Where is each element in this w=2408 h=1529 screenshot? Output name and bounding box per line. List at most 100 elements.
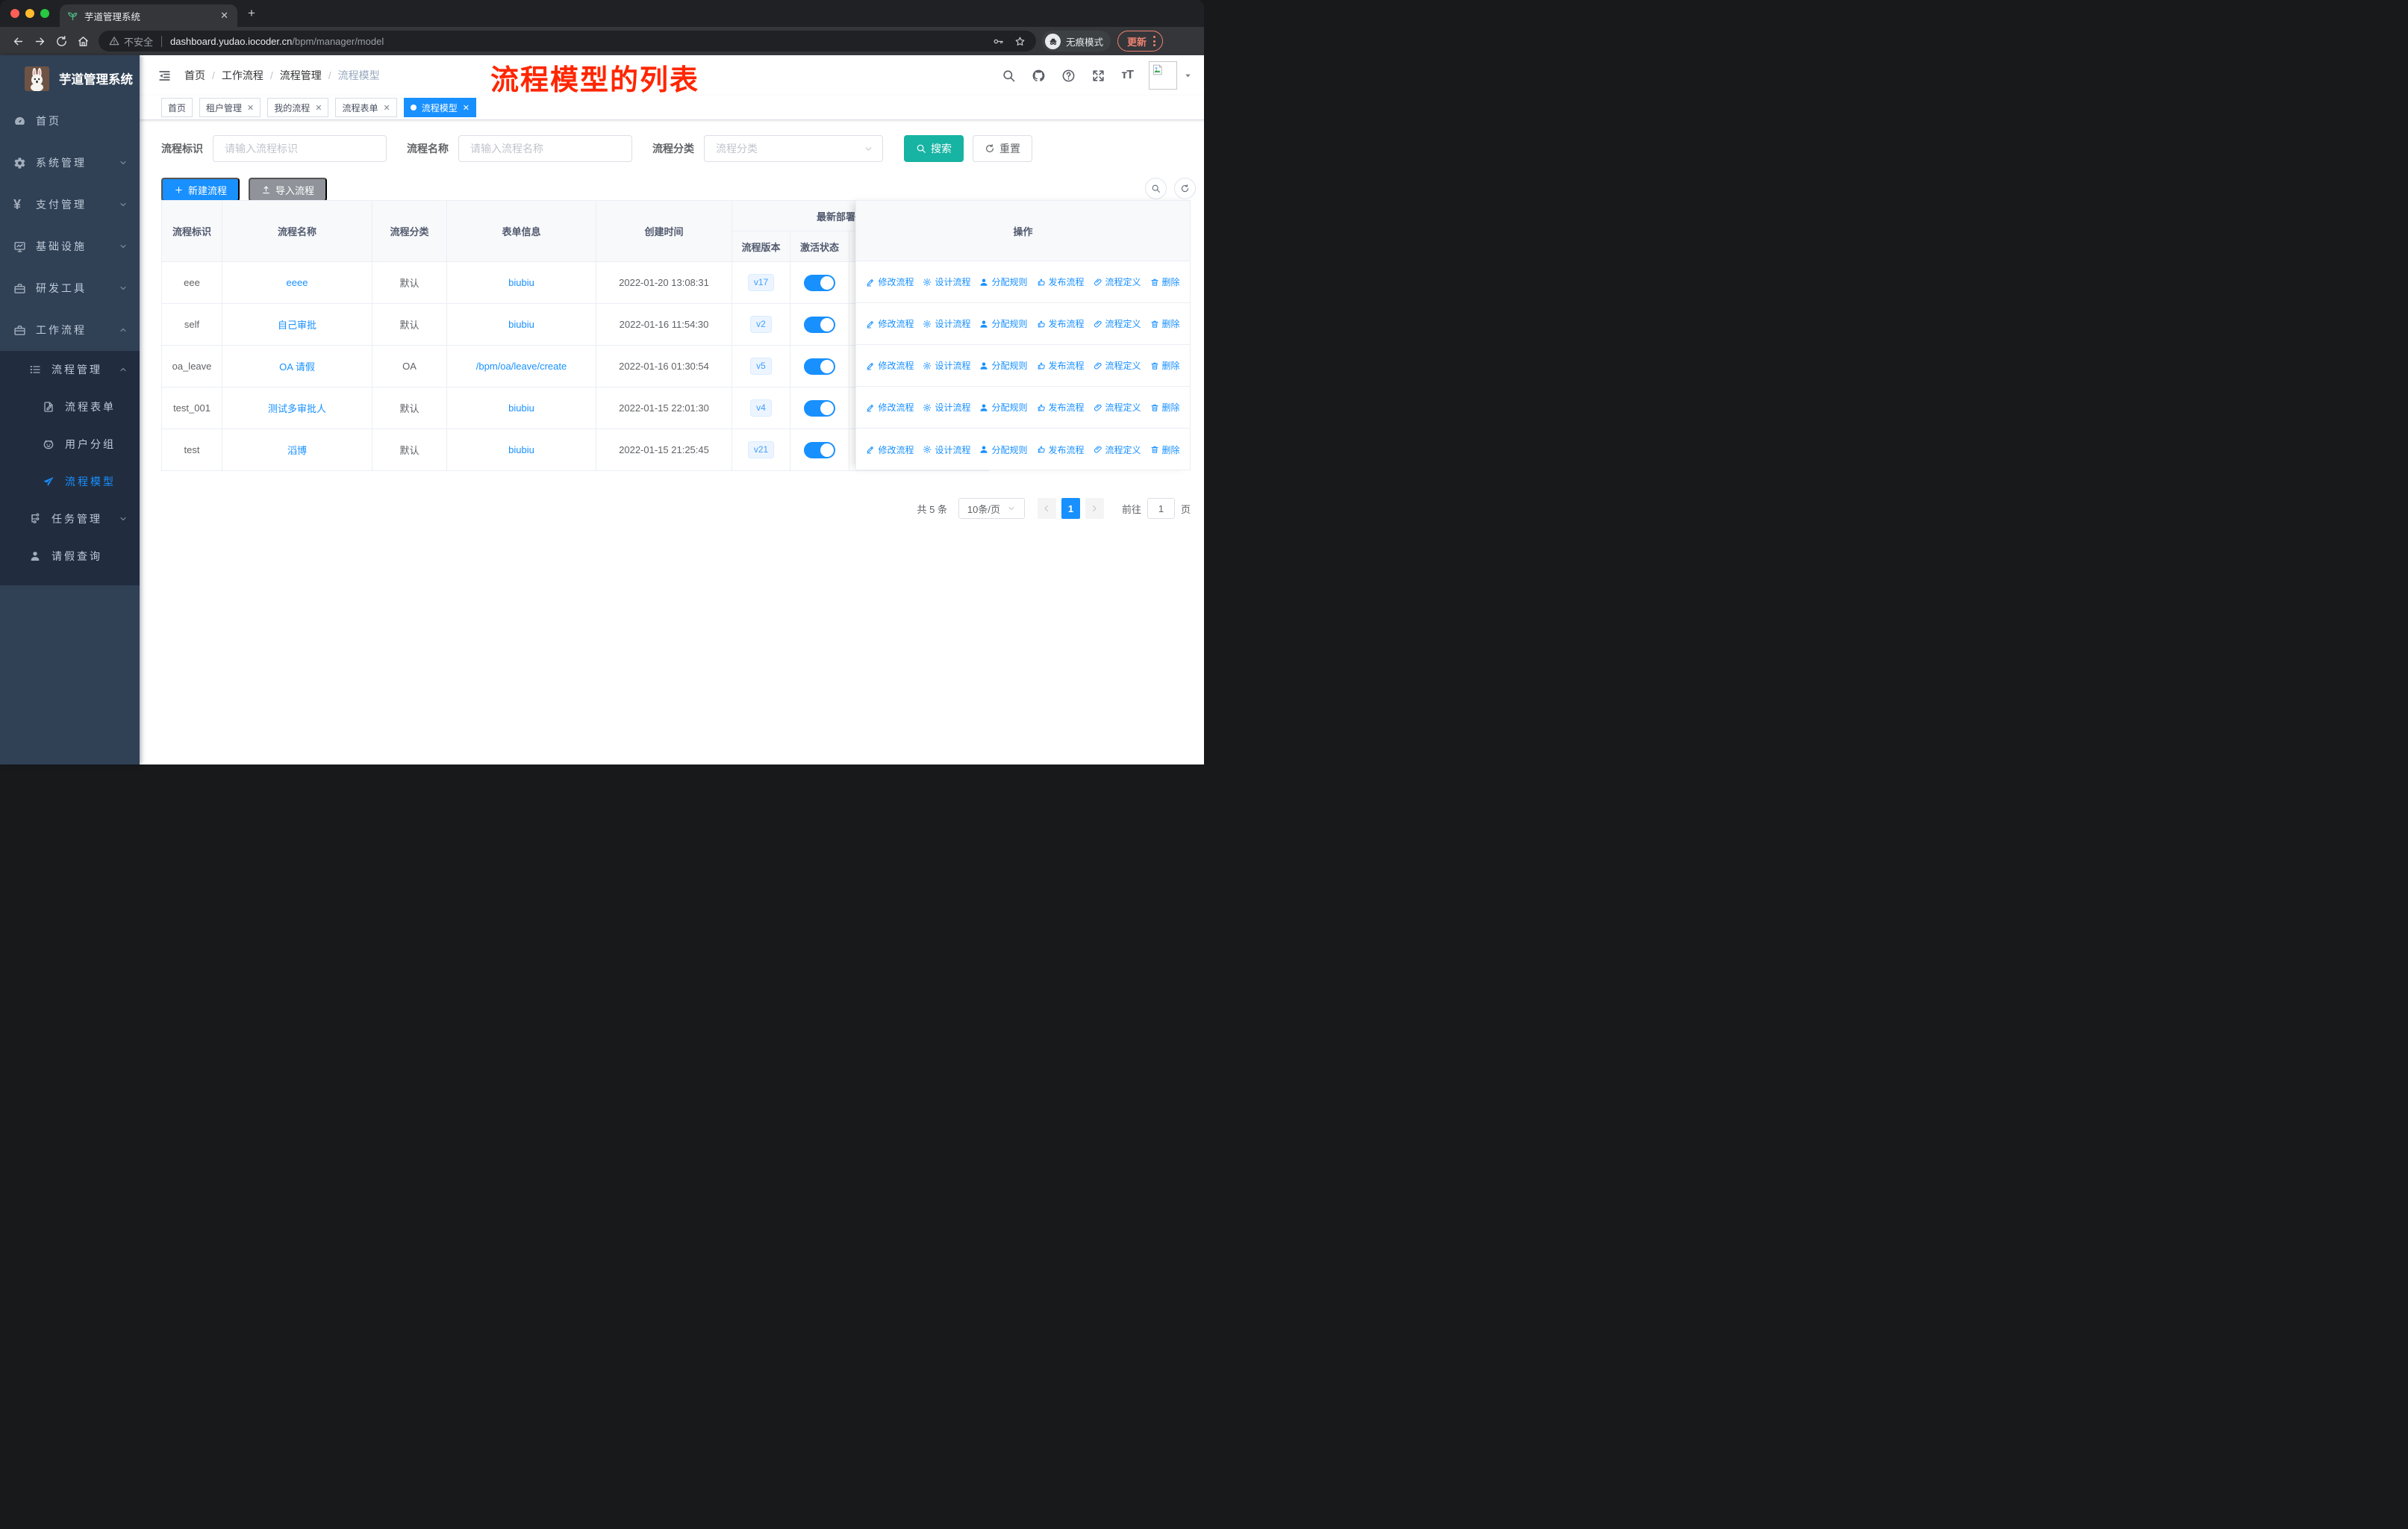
caret-down-icon[interactable]	[1184, 72, 1192, 80]
form-info-link[interactable]: /bpm/oa/leave/create	[476, 361, 567, 372]
sidebar-item-system[interactable]: 系统管理	[0, 142, 140, 184]
assign-rule-link[interactable]: 分配规则	[979, 401, 1028, 414]
sidebar-item-process-form[interactable]: 流程表单	[0, 388, 140, 426]
sidebar-item-workflow[interactable]: 工作流程	[0, 309, 140, 351]
filter-input-name[interactable]	[458, 135, 632, 162]
collapse-sidebar-icon[interactable]	[157, 69, 172, 83]
modify-process-link[interactable]: 修改流程	[866, 401, 914, 414]
filter-input-id[interactable]	[213, 135, 387, 162]
status-toggle[interactable]	[804, 316, 835, 333]
form-info-link[interactable]: biubiu	[508, 444, 534, 455]
modify-process-link[interactable]: 修改流程	[866, 275, 914, 288]
close-icon[interactable]: ✕	[315, 103, 322, 113]
home-button[interactable]	[72, 31, 94, 52]
process-definition-link[interactable]: 流程定义	[1094, 359, 1141, 372]
design-process-link[interactable]: 设计流程	[923, 317, 970, 330]
create-process-button[interactable]: 新建流程	[161, 178, 240, 202]
reset-button[interactable]: 重置	[973, 135, 1032, 162]
status-toggle[interactable]	[804, 274, 835, 291]
prev-page-button[interactable]	[1037, 498, 1056, 519]
modify-process-link[interactable]: 修改流程	[866, 359, 914, 372]
version-badge[interactable]: v5	[750, 358, 772, 375]
design-process-link[interactable]: 设计流程	[923, 359, 970, 372]
assign-rule-link[interactable]: 分配规则	[979, 317, 1028, 330]
goto-page-input[interactable]	[1147, 498, 1175, 519]
tag-home[interactable]: 首页	[161, 98, 193, 117]
sidebar-item-process-model[interactable]: 流程模型	[0, 463, 140, 500]
tag-process-model[interactable]: 流程模型 ✕	[403, 98, 476, 117]
browser-menu-icon[interactable]	[1153, 36, 1156, 46]
new-tab-button[interactable]: +	[248, 7, 255, 19]
design-process-link[interactable]: 设计流程	[923, 275, 970, 288]
import-process-button[interactable]: 导入流程	[249, 178, 328, 202]
sidebar-item-task-manage[interactable]: 任务管理	[0, 500, 140, 538]
process-definition-link[interactable]: 流程定义	[1094, 443, 1141, 456]
sidebar-item-leave-query[interactable]: 请假查询	[0, 538, 140, 575]
process-definition-link[interactable]: 流程定义	[1094, 317, 1141, 330]
publish-process-link[interactable]: 发布流程	[1037, 443, 1085, 456]
delete-link[interactable]: 删除	[1150, 443, 1180, 456]
font-size-icon[interactable]: тT	[1121, 69, 1134, 82]
help-icon[interactable]	[1061, 69, 1076, 83]
publish-process-link[interactable]: 发布流程	[1037, 275, 1085, 288]
close-icon[interactable]: ✕	[384, 103, 390, 113]
back-button[interactable]	[7, 31, 29, 52]
password-key-icon[interactable]	[993, 36, 1004, 47]
delete-link[interactable]: 删除	[1150, 275, 1180, 288]
chrome-update-button[interactable]: 更新	[1117, 31, 1164, 52]
process-definition-link[interactable]: 流程定义	[1094, 275, 1141, 288]
minimize-window-button[interactable]	[25, 9, 34, 18]
sidebar-item-infra[interactable]: 基础设施	[0, 225, 140, 267]
status-toggle[interactable]	[804, 441, 835, 458]
version-badge[interactable]: v21	[747, 441, 775, 458]
assign-rule-link[interactable]: 分配规则	[979, 359, 1028, 372]
fullscreen-icon[interactable]	[1091, 69, 1105, 83]
close-icon[interactable]: ✕	[463, 103, 470, 113]
toggle-search-button[interactable]	[1145, 178, 1167, 199]
process-name-link[interactable]: 测试多审批人	[268, 403, 326, 414]
publish-process-link[interactable]: 发布流程	[1037, 317, 1085, 330]
modify-process-link[interactable]: 修改流程	[866, 317, 914, 330]
sidebar-item-devtools[interactable]: 研发工具	[0, 267, 140, 309]
sidebar-item-payment[interactable]: ¥ 支付管理	[0, 184, 140, 225]
delete-link[interactable]: 删除	[1150, 401, 1180, 414]
modify-process-link[interactable]: 修改流程	[866, 443, 914, 456]
process-name-link[interactable]: 自己审批	[278, 320, 316, 331]
version-badge[interactable]: v4	[750, 399, 772, 417]
tag-my-process[interactable]: 我的流程 ✕	[267, 98, 329, 117]
sidebar-logo[interactable]: 芋道管理系统	[0, 55, 140, 91]
publish-process-link[interactable]: 发布流程	[1037, 401, 1085, 414]
filter-select-category[interactable]: 流程分类	[704, 135, 883, 162]
process-name-link[interactable]: 滔博	[287, 445, 307, 456]
sidebar-item-home[interactable]: 首页	[0, 100, 140, 142]
forward-button[interactable]	[29, 31, 51, 52]
refresh-table-button[interactable]	[1174, 178, 1196, 199]
address-bar[interactable]: 不安全 dashboard.yudao.iocoder.cn/bpm/manag…	[99, 31, 1036, 52]
maximize-window-button[interactable]	[40, 9, 49, 18]
tag-tenant[interactable]: 租户管理 ✕	[199, 98, 261, 117]
breadcrumb-home[interactable]: 首页	[184, 68, 205, 83]
tag-process-form[interactable]: 流程表单 ✕	[335, 98, 397, 117]
design-process-link[interactable]: 设计流程	[923, 443, 970, 456]
next-page-button[interactable]	[1085, 498, 1104, 519]
breadcrumb-workflow[interactable]: 工作流程	[222, 68, 263, 83]
page-size-select[interactable]: 10条/页	[958, 498, 1025, 519]
assign-rule-link[interactable]: 分配规则	[979, 443, 1028, 456]
process-definition-link[interactable]: 流程定义	[1094, 401, 1141, 414]
status-toggle[interactable]	[804, 399, 835, 417]
sidebar-item-process-manage[interactable]: 流程管理	[0, 351, 140, 388]
browser-tab[interactable]: 芋道管理系统 ✕	[60, 4, 237, 27]
form-info-link[interactable]: biubiu	[508, 277, 534, 288]
avatar[interactable]	[1149, 61, 1177, 90]
search-button[interactable]: 搜索	[904, 135, 964, 162]
search-icon[interactable]	[1002, 69, 1016, 83]
design-process-link[interactable]: 设计流程	[923, 401, 970, 414]
form-info-link[interactable]: biubiu	[508, 319, 534, 330]
security-label[interactable]: 不安全	[124, 34, 153, 49]
breadcrumb-process-manage[interactable]: 流程管理	[280, 68, 322, 83]
process-name-link[interactable]: OA 请假	[279, 361, 315, 373]
current-page-button[interactable]: 1	[1061, 498, 1080, 519]
close-tab-icon[interactable]: ✕	[219, 10, 230, 22]
status-toggle[interactable]	[804, 358, 835, 375]
version-badge[interactable]: v17	[747, 274, 775, 291]
